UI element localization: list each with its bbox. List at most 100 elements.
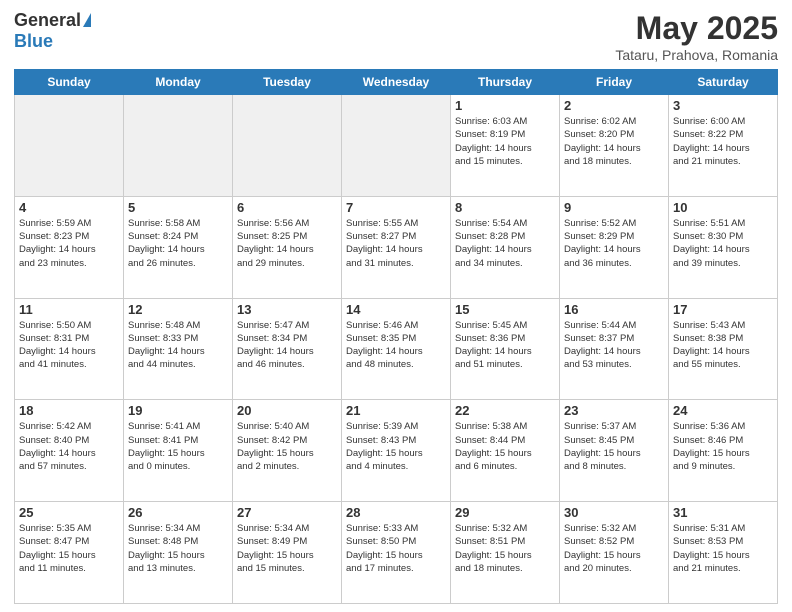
day-info: Sunrise: 5:31 AM Sunset: 8:53 PM Dayligh… (673, 522, 773, 575)
day-info: Sunrise: 5:50 AM Sunset: 8:31 PM Dayligh… (19, 319, 119, 372)
calendar-cell: 13Sunrise: 5:47 AM Sunset: 8:34 PM Dayli… (233, 298, 342, 400)
day-info: Sunrise: 5:44 AM Sunset: 8:37 PM Dayligh… (564, 319, 664, 372)
day-info: Sunrise: 5:34 AM Sunset: 8:48 PM Dayligh… (128, 522, 228, 575)
day-info: Sunrise: 5:54 AM Sunset: 8:28 PM Dayligh… (455, 217, 555, 270)
calendar-cell: 30 Sunrise: 5:32 AM Sunset: 8:52 PM Dayli… (560, 502, 669, 604)
day-number: 4 (19, 200, 119, 215)
day-number: 30 (564, 505, 664, 520)
calendar-cell: 20Sunrise: 5:40 AM Sunset: 8:42 PM Dayli… (233, 400, 342, 502)
weekday-header-tuesday: Tuesday (233, 70, 342, 95)
day-info: Sunrise: 5:39 AM Sunset: 8:43 PM Dayligh… (346, 420, 446, 473)
day-number: 3 (673, 98, 773, 113)
day-number: 22 (455, 403, 555, 418)
day-info: Sunrise: 5:48 AM Sunset: 8:33 PM Dayligh… (128, 319, 228, 372)
header: General Blue May 2025 Tataru, Prahova, R… (14, 10, 778, 63)
day-number: 9 (564, 200, 664, 215)
day-number: 16 (564, 302, 664, 317)
calendar-cell: 15Sunrise: 5:45 AM Sunset: 8:36 PM Dayli… (451, 298, 560, 400)
day-number: 17 (673, 302, 773, 317)
day-info: Sunrise: 5:34 AM Sunset: 8:49 PM Dayligh… (237, 522, 337, 575)
day-number: 21 (346, 403, 446, 418)
day-info: Sunrise: 5:51 AM Sunset: 8:30 PM Dayligh… (673, 217, 773, 270)
calendar-cell: 18 Sunrise: 5:42 AM Sunset: 8:40 PM Dayli… (15, 400, 124, 502)
day-info: Sunrise: 5:58 AM Sunset: 8:24 PM Dayligh… (128, 217, 228, 270)
calendar-week-row: 18 Sunrise: 5:42 AM Sunset: 8:40 PM Dayli… (15, 400, 778, 502)
calendar-cell: 1 Sunrise: 6:03 AM Sunset: 8:19 PM Daylig… (451, 95, 560, 197)
calendar-cell: 25 Sunrise: 5:35 AM Sunset: 8:47 PM Dayli… (15, 502, 124, 604)
calendar-cell: 16 Sunrise: 5:44 AM Sunset: 8:37 PM Dayli… (560, 298, 669, 400)
day-info: Sunrise: 5:41 AM Sunset: 8:41 PM Dayligh… (128, 420, 228, 473)
calendar-cell: 19 Sunrise: 5:41 AM Sunset: 8:41 PM Dayli… (124, 400, 233, 502)
logo-general-text: General (14, 10, 81, 31)
calendar-cell: 21 Sunrise: 5:39 AM Sunset: 8:43 PM Dayli… (342, 400, 451, 502)
calendar-cell: 22 Sunrise: 5:38 AM Sunset: 8:44 PM Dayli… (451, 400, 560, 502)
weekday-header-wednesday: Wednesday (342, 70, 451, 95)
day-info: Sunrise: 5:37 AM Sunset: 8:45 PM Dayligh… (564, 420, 664, 473)
day-info: Sunrise: 5:36 AM Sunset: 8:46 PM Dayligh… (673, 420, 773, 473)
calendar-cell: 12 Sunrise: 5:48 AM Sunset: 8:33 PM Dayli… (124, 298, 233, 400)
day-number: 23 (564, 403, 664, 418)
day-info: Sunrise: 5:42 AM Sunset: 8:40 PM Dayligh… (19, 420, 119, 473)
day-number: 7 (346, 200, 446, 215)
day-info: Sunrise: 5:33 AM Sunset: 8:50 PM Dayligh… (346, 522, 446, 575)
day-number: 31 (673, 505, 773, 520)
calendar-cell: 4 Sunrise: 5:59 AM Sunset: 8:23 PM Daylig… (15, 196, 124, 298)
day-number: 27 (237, 505, 337, 520)
day-info: Sunrise: 6:03 AM Sunset: 8:19 PM Dayligh… (455, 115, 555, 168)
day-number: 19 (128, 403, 228, 418)
calendar-cell (124, 95, 233, 197)
day-info: Sunrise: 5:43 AM Sunset: 8:38 PM Dayligh… (673, 319, 773, 372)
calendar-cell: 8Sunrise: 5:54 AM Sunset: 8:28 PM Daylig… (451, 196, 560, 298)
calendar-cell: 29 Sunrise: 5:32 AM Sunset: 8:51 PM Dayli… (451, 502, 560, 604)
day-info: Sunrise: 5:32 AM Sunset: 8:52 PM Dayligh… (564, 522, 664, 575)
title-month: May 2025 (615, 10, 778, 47)
weekday-header-monday: Monday (124, 70, 233, 95)
calendar-cell: 7 Sunrise: 5:55 AM Sunset: 8:27 PM Daylig… (342, 196, 451, 298)
calendar-cell: 3Sunrise: 6:00 AM Sunset: 8:22 PM Daylig… (669, 95, 778, 197)
calendar-cell: 17 Sunrise: 5:43 AM Sunset: 8:38 PM Dayli… (669, 298, 778, 400)
title-location: Tataru, Prahova, Romania (615, 47, 778, 63)
calendar-cell: 10 Sunrise: 5:51 AM Sunset: 8:30 PM Dayli… (669, 196, 778, 298)
calendar-cell: 27 Sunrise: 5:34 AM Sunset: 8:49 PM Dayli… (233, 502, 342, 604)
calendar-cell (342, 95, 451, 197)
weekday-header-friday: Friday (560, 70, 669, 95)
calendar-cell: 2 Sunrise: 6:02 AM Sunset: 8:20 PM Daylig… (560, 95, 669, 197)
day-info: Sunrise: 5:32 AM Sunset: 8:51 PM Dayligh… (455, 522, 555, 575)
day-info: Sunrise: 6:02 AM Sunset: 8:20 PM Dayligh… (564, 115, 664, 168)
day-info: Sunrise: 5:55 AM Sunset: 8:27 PM Dayligh… (346, 217, 446, 270)
day-number: 6 (237, 200, 337, 215)
day-info: Sunrise: 5:46 AM Sunset: 8:35 PM Dayligh… (346, 319, 446, 372)
calendar-cell: 23 Sunrise: 5:37 AM Sunset: 8:45 PM Dayli… (560, 400, 669, 502)
calendar-cell: 31 Sunrise: 5:31 AM Sunset: 8:53 PM Dayli… (669, 502, 778, 604)
day-info: Sunrise: 5:59 AM Sunset: 8:23 PM Dayligh… (19, 217, 119, 270)
day-number: 29 (455, 505, 555, 520)
day-number: 24 (673, 403, 773, 418)
title-block: May 2025 Tataru, Prahova, Romania (615, 10, 778, 63)
calendar-cell: 9Sunrise: 5:52 AM Sunset: 8:29 PM Daylig… (560, 196, 669, 298)
calendar-cell: 24 Sunrise: 5:36 AM Sunset: 8:46 PM Dayli… (669, 400, 778, 502)
calendar-week-row: 4 Sunrise: 5:59 AM Sunset: 8:23 PM Daylig… (15, 196, 778, 298)
weekday-header-thursday: Thursday (451, 70, 560, 95)
calendar-cell: 26Sunrise: 5:34 AM Sunset: 8:48 PM Dayli… (124, 502, 233, 604)
weekday-header-sunday: Sunday (15, 70, 124, 95)
day-number: 18 (19, 403, 119, 418)
day-number: 2 (564, 98, 664, 113)
weekday-header-saturday: Saturday (669, 70, 778, 95)
day-info: Sunrise: 5:38 AM Sunset: 8:44 PM Dayligh… (455, 420, 555, 473)
logo-blue-text: Blue (14, 31, 53, 52)
day-number: 11 (19, 302, 119, 317)
calendar-cell: 5Sunrise: 5:58 AM Sunset: 8:24 PM Daylig… (124, 196, 233, 298)
calendar-cell (15, 95, 124, 197)
calendar-cell: 6 Sunrise: 5:56 AM Sunset: 8:25 PM Daylig… (233, 196, 342, 298)
day-number: 25 (19, 505, 119, 520)
calendar-week-row: 11 Sunrise: 5:50 AM Sunset: 8:31 PM Dayli… (15, 298, 778, 400)
calendar-cell: 28Sunrise: 5:33 AM Sunset: 8:50 PM Dayli… (342, 502, 451, 604)
day-number: 14 (346, 302, 446, 317)
day-number: 10 (673, 200, 773, 215)
day-info: Sunrise: 5:40 AM Sunset: 8:42 PM Dayligh… (237, 420, 337, 473)
day-info: Sunrise: 5:35 AM Sunset: 8:47 PM Dayligh… (19, 522, 119, 575)
day-number: 1 (455, 98, 555, 113)
calendar-cell (233, 95, 342, 197)
day-number: 12 (128, 302, 228, 317)
day-info: Sunrise: 5:56 AM Sunset: 8:25 PM Dayligh… (237, 217, 337, 270)
